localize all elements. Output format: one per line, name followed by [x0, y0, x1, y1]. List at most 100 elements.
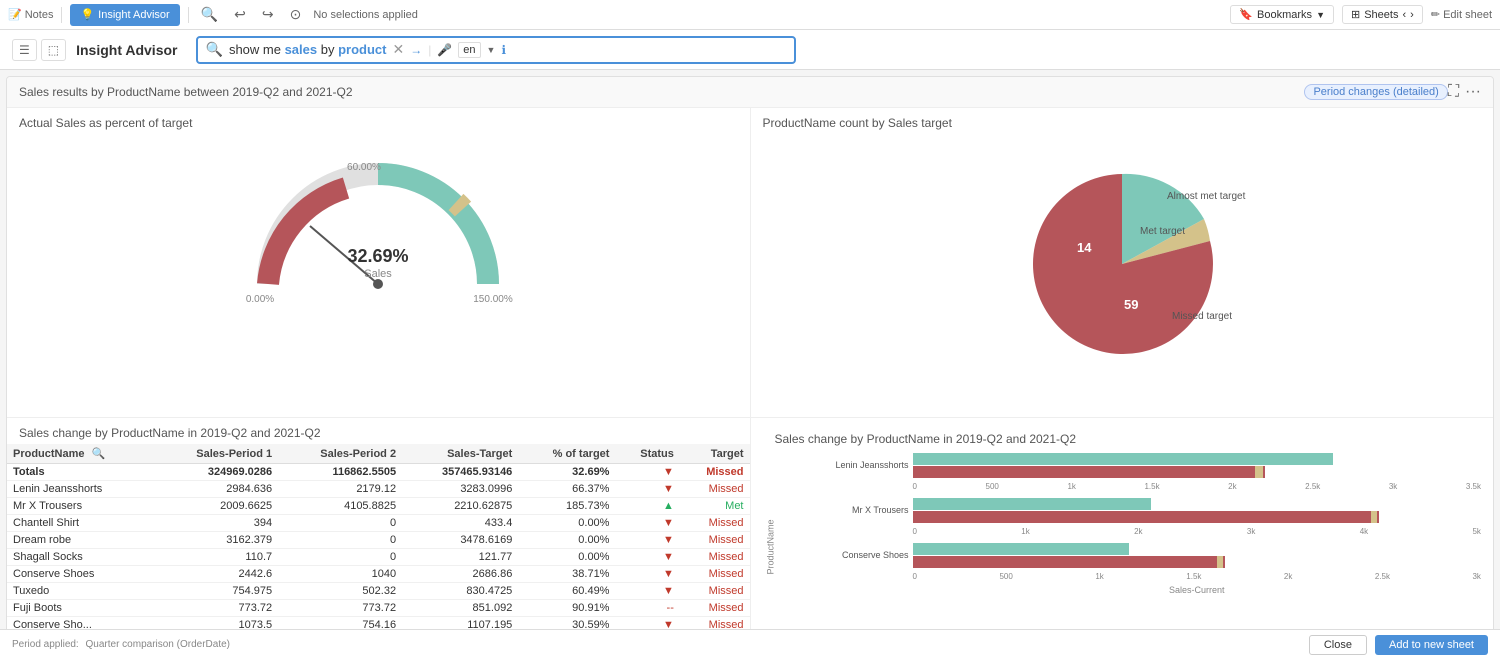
search-submit-btn[interactable]: →: [410, 43, 422, 57]
cell-p1: 773.72: [154, 600, 278, 617]
cell-p1: 394: [154, 515, 278, 532]
col-header-target: Sales-Target: [402, 444, 518, 464]
cell-name: Mr X Trousers: [7, 498, 154, 515]
bar-axis-3: 05001k1.5k2k2.5k3k: [913, 572, 1482, 581]
toolbar-right: 🔖 Bookmarks ▼ ⊞ Sheets ‹ › ✏ Edit sheet: [1230, 5, 1492, 24]
notes-button[interactable]: 📝 Notes: [8, 8, 53, 21]
cell-p1: 754.975: [154, 583, 278, 600]
insight-icon: 💡: [80, 8, 94, 21]
table-row: Mr X Trousers 2009.6625 4105.8825 2210.6…: [7, 498, 750, 515]
redo-btn[interactable]: ↪: [258, 4, 278, 25]
cell-p2: 116862.5505: [278, 464, 402, 481]
search-toggle-btn[interactable]: 🔍: [197, 4, 222, 25]
table-header-row: ProductName 🔍 Sales-Period 1 Sales-Perio…: [7, 444, 750, 464]
pie-panel: ProductName count by Sales target: [751, 108, 1494, 418]
bookmarks-btn[interactable]: 🔖 Bookmarks ▼: [1230, 5, 1334, 24]
edit-sheet-btn[interactable]: ✏ Edit sheet: [1431, 8, 1492, 21]
svg-text:Met target: Met target: [1140, 226, 1185, 237]
cell-p1: 3162.379: [154, 532, 278, 549]
cell-target: 357465.93146: [402, 464, 518, 481]
svg-text:150.00%: 150.00%: [474, 294, 514, 305]
bar-row-3-bars: Conserve Shoes: [779, 540, 1482, 570]
cell-status: Missed: [680, 566, 750, 583]
bar-row-1-bars: Lenin Jeansshorts: [779, 450, 1482, 480]
search-bar: 🔍 show me sales by product ✕ → | 🎤 en ▼ …: [196, 36, 796, 64]
cell-p1: 110.7: [154, 549, 278, 566]
undo-btn[interactable]: ↩: [230, 4, 250, 25]
table-row: Dream robe 3162.379 0 3478.6169 0.00% ▼ …: [7, 532, 750, 549]
cell-p1: 2442.6: [154, 566, 278, 583]
cell-name: Dream robe: [7, 532, 154, 549]
gauge-svg: 32.69% Sales 0.00% 60.00% 150.00%: [238, 144, 518, 314]
cell-pct: 60.49%: [518, 583, 615, 600]
cell-p2: 502.32: [278, 583, 402, 600]
cell-status: Missed: [680, 515, 750, 532]
bar-p2-1: [913, 466, 1265, 478]
footer-buttons: Close Add to new sheet: [1309, 635, 1488, 655]
cell-arrow: ▼: [615, 464, 679, 481]
cell-target: 121.77: [402, 549, 518, 566]
cell-p2: 4105.8825: [278, 498, 402, 515]
table-row: Conserve Shoes 2442.6 1040 2686.86 38.71…: [7, 566, 750, 583]
cell-target: 2210.62875: [402, 498, 518, 515]
cell-p2: 2179.12: [278, 481, 402, 498]
cell-pct: 32.69%: [518, 464, 615, 481]
panel-icon-2[interactable]: ⬚: [41, 39, 66, 61]
sheets-btn[interactable]: ⊞ Sheets ‹ ›: [1342, 5, 1423, 24]
period-badge[interactable]: Period changes (detailed): [1304, 84, 1447, 100]
more-options-btn[interactable]: ···: [1465, 83, 1481, 101]
bar-label-2: Mr X Trousers: [779, 505, 909, 515]
cell-arrow: ▼: [615, 481, 679, 498]
cell-name: Tuxedo: [7, 583, 154, 600]
pie-container: Almost met target Met target 14 59 Misse…: [751, 134, 1494, 394]
sales-table: ProductName 🔍 Sales-Period 1 Sales-Perio…: [7, 444, 750, 634]
extra-btn[interactable]: ⊙: [286, 4, 306, 25]
cell-target: 2686.86: [402, 566, 518, 583]
bar-accent-3: [1217, 556, 1223, 568]
add-to-sheet-button[interactable]: Add to new sheet: [1375, 635, 1488, 655]
panel-icon-1[interactable]: ☰: [12, 39, 37, 61]
cell-arrow: ▼: [615, 583, 679, 600]
pencil-icon: ✏: [1431, 9, 1440, 21]
pie-title: ProductName count by Sales target: [751, 108, 1494, 134]
cell-arrow: --: [615, 600, 679, 617]
table-row: Shagall Socks 110.7 0 121.77 0.00% ▼ Mis…: [7, 549, 750, 566]
search-info-btn[interactable]: ℹ: [501, 43, 506, 57]
col-header-pct: % of target: [518, 444, 615, 464]
close-button[interactable]: Close: [1309, 635, 1367, 655]
cell-target: 851.092: [402, 600, 518, 617]
cell-status: Missed: [680, 583, 750, 600]
search-mic-btn[interactable]: 🎤: [437, 43, 452, 57]
cell-pct: 0.00%: [518, 532, 615, 549]
bar-p1-1: [913, 453, 1334, 465]
nav-left-icon: ‹: [1402, 9, 1406, 21]
search-clear-btn[interactable]: ✕: [392, 41, 404, 58]
table-row: Chantell Shirt 394 0 433.4 0.00% ▼ Misse…: [7, 515, 750, 532]
search-lang-selector[interactable]: en: [458, 42, 480, 58]
search-divider: |: [428, 43, 431, 57]
bar-label-1: Lenin Jeansshorts: [779, 460, 909, 470]
svg-text:Missed target: Missed target: [1172, 311, 1232, 322]
search-lang-arrow[interactable]: ▼: [487, 45, 496, 55]
nav-right-icon: ›: [1410, 9, 1414, 21]
bar-chart-panel: Sales change by ProductName in 2019-Q2 a…: [751, 418, 1494, 647]
insight-advisor-tab[interactable]: 💡 Insight Advisor: [70, 4, 179, 26]
cell-name: Lenin Jeansshorts: [7, 481, 154, 498]
right-panel: ProductName count by Sales target: [751, 108, 1494, 647]
table-row: Fuji Boots 773.72 773.72 851.092 90.91% …: [7, 600, 750, 617]
gauge-title: Actual Sales as percent of target: [7, 108, 750, 134]
expand-btn[interactable]: ⛶: [1448, 83, 1459, 101]
col-header-product: ProductName 🔍: [7, 444, 154, 464]
table-row: Lenin Jeansshorts 2984.636 2179.12 3283.…: [7, 481, 750, 498]
cell-status: Missed: [680, 464, 750, 481]
cell-arrow: ▼: [615, 549, 679, 566]
bar-p1-3: [913, 543, 1129, 555]
cell-p1: 324969.0286: [154, 464, 278, 481]
grid-icon: ⊞: [1351, 8, 1360, 21]
col-header-target2: Target: [680, 444, 750, 464]
cell-pct: 66.37%: [518, 481, 615, 498]
col-header-status: Status: [615, 444, 679, 464]
table-row: Tuxedo 754.975 502.32 830.4725 60.49% ▼ …: [7, 583, 750, 600]
table-search-icon[interactable]: 🔍: [92, 448, 106, 460]
cell-p2: 0: [278, 549, 402, 566]
